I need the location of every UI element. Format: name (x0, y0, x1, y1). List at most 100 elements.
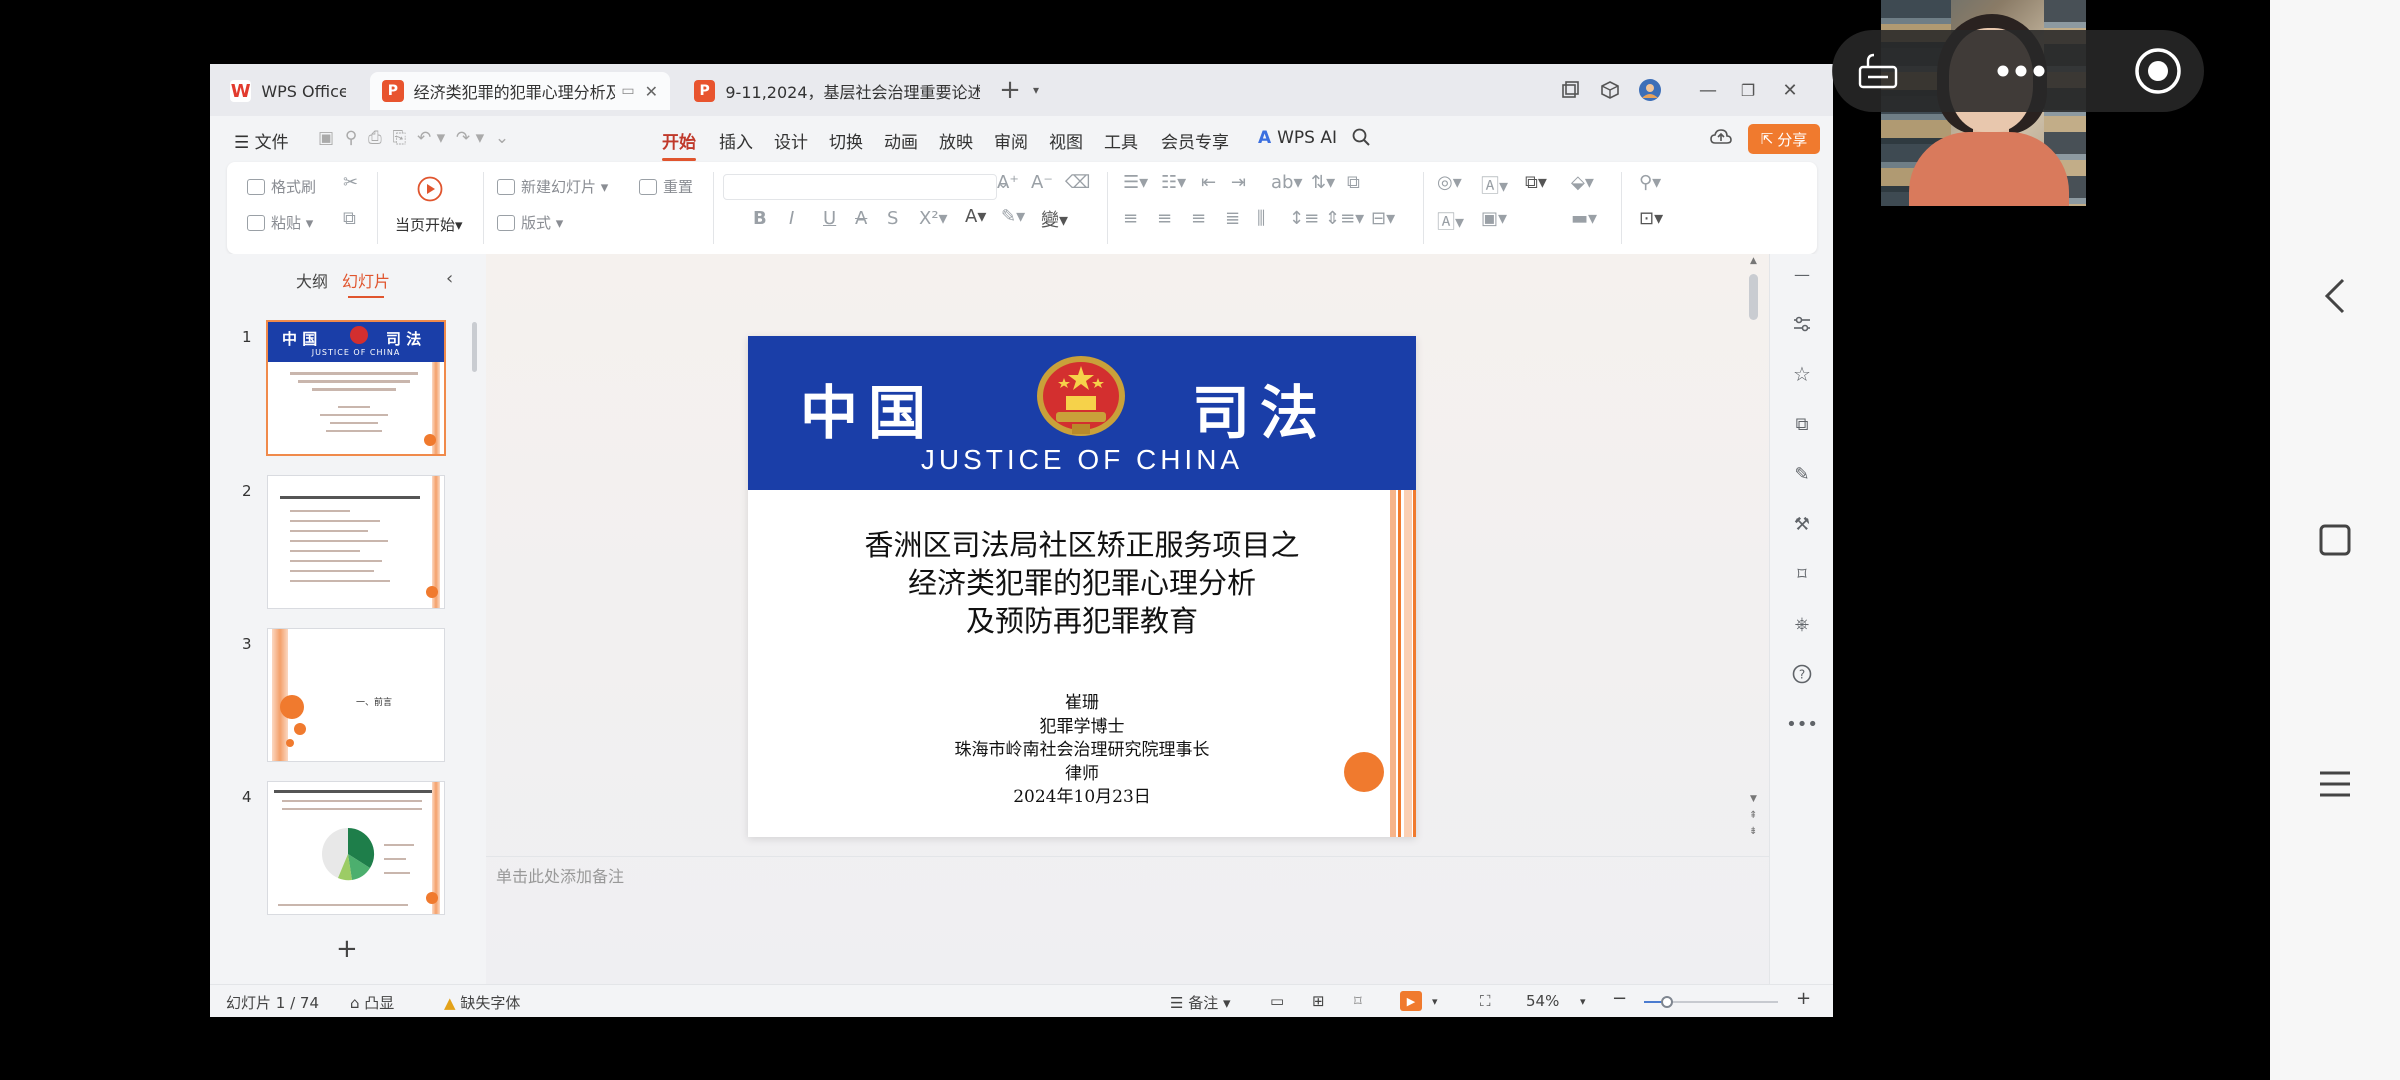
unlock-screen-icon[interactable] (1850, 30, 1906, 112)
justify-icon[interactable]: ≣ (1225, 208, 1240, 229)
monitor-icon[interactable]: ▭ (621, 83, 634, 99)
bold-icon[interactable]: B (753, 208, 767, 229)
notes-pane[interactable]: 单击此处添加备注 (486, 856, 1769, 984)
text-box-icon[interactable]: ⊟▾ (1371, 208, 1395, 229)
scroll-down-icon[interactable]: ▼ (1750, 794, 1757, 804)
fill-icon[interactable]: ⬙▾ (1571, 172, 1594, 193)
slide-thumb-4[interactable] (268, 782, 444, 914)
numbered-list-icon[interactable]: ☷▾ (1161, 172, 1186, 193)
tab-slides[interactable]: 幻灯片 (342, 268, 390, 298)
text-effects-icon[interactable]: 🄰▾ (1437, 208, 1464, 234)
phonetic-icon[interactable]: 變▾ (1041, 206, 1068, 232)
home-icon[interactable] (2270, 510, 2400, 570)
zoom-level[interactable]: 54% (1526, 992, 1559, 1010)
record-icon[interactable] (2128, 30, 2188, 112)
scroll-up-icon[interactable]: ▲ (1750, 256, 1757, 266)
italic-icon[interactable]: I (789, 208, 794, 229)
menu-view[interactable]: 视图 (1049, 128, 1083, 153)
chevron-down-icon[interactable]: ▾ (1022, 76, 1050, 104)
paste-button[interactable]: 粘贴 ▾ (247, 212, 313, 233)
slide-thumb-3[interactable]: 一、前言 (268, 629, 444, 761)
zoom-slider[interactable] (1644, 996, 1778, 1008)
thumb-scrollbar[interactable] (472, 322, 477, 372)
menu-transition[interactable]: 切换 (829, 128, 863, 153)
menu-slideshow[interactable]: 放映 (939, 128, 973, 153)
new-slide-button[interactable]: 新建幻灯片 ▾ (497, 176, 608, 197)
highlight-button[interactable]: ⌂ 凸显 (350, 992, 394, 1013)
superscript-icon[interactable]: X²▾ (919, 208, 948, 229)
menu-insert[interactable]: 插入 (719, 128, 753, 153)
columns-icon[interactable]: ⫼ (1257, 208, 1265, 229)
reset-button[interactable]: 重置 (639, 176, 693, 197)
share-button[interactable]: ⇱ 分享 (1748, 124, 1820, 154)
current-slide[interactable]: 中国 司法 JUSTICE OF CHINA 香洲区司法局社区矫正服务项目之 经… (748, 336, 1416, 837)
tab-outline[interactable]: 大纲 (296, 268, 328, 292)
collapse-panel-icon[interactable]: ‹ (446, 268, 453, 289)
star-icon[interactable]: ☆ (1790, 362, 1814, 386)
gift-icon[interactable]: ⎈ (1790, 612, 1814, 636)
align-right-icon[interactable]: ≡ (1191, 208, 1206, 229)
window-layout-icon[interactable] (1556, 76, 1584, 104)
search-icon[interactable] (1352, 128, 1370, 151)
add-slide-button[interactable]: + (336, 934, 358, 964)
avatar[interactable] (1636, 76, 1664, 104)
highlight-icon[interactable]: ✎▾ (1001, 206, 1025, 227)
menu-home[interactable]: 开始 (662, 128, 696, 161)
align-center-icon[interactable]: ≡ (1157, 208, 1172, 229)
font-selector[interactable] (723, 174, 997, 200)
reading-view-icon[interactable]: ⌑ (1354, 992, 1362, 1010)
normal-view-icon[interactable]: ▭ (1270, 992, 1284, 1010)
cut-icon[interactable]: ✂ (343, 172, 358, 193)
text-frame-icon[interactable]: 🄰▾ (1481, 172, 1508, 198)
more-options-icon[interactable] (1986, 30, 2056, 112)
outline-icon[interactable]: ▬▾ (1571, 208, 1597, 229)
fit-window-icon[interactable]: ⛶ (1480, 992, 1491, 1010)
menu-animation[interactable]: 动画 (884, 128, 918, 153)
wps-ai-button[interactable]: A WPS AI (1258, 128, 1337, 148)
settings-sliders-icon[interactable] (1790, 312, 1814, 336)
back-icon[interactable] (2270, 266, 2400, 326)
tab-current-document[interactable]: P 经济类犯罪的犯罪心理分析及预防再犯罪教育 ▭ ✕ (370, 72, 670, 110)
decrease-indent-icon[interactable]: ⇤ (1201, 172, 1216, 193)
play-icon[interactable] (417, 176, 443, 202)
tab-wps-office[interactable]: W WPS Office (218, 72, 358, 110)
shadow-icon[interactable]: S (887, 208, 898, 229)
line-spacing-icon[interactable]: ↕≡ (1289, 208, 1319, 229)
missing-font-button[interactable]: ▲ 缺失字体 (444, 992, 520, 1013)
book-icon[interactable]: ⌑ (1790, 562, 1814, 586)
chevron-down-icon[interactable]: ▾ (1432, 995, 1438, 1008)
copy-icon[interactable]: ⧉ (343, 208, 356, 229)
underline-icon[interactable]: U (823, 208, 836, 229)
zoom-out-icon[interactable]: − (1612, 988, 1627, 1009)
edit-shape-icon[interactable]: ✎ (1790, 462, 1814, 486)
convert-icon[interactable]: ⧉ (1347, 172, 1360, 193)
layout-button[interactable]: 版式 ▾ (497, 212, 563, 233)
increase-indent-icon[interactable]: ⇥ (1231, 172, 1246, 193)
menu-member[interactable]: 会员专享 (1161, 128, 1229, 153)
slide-sorter-icon[interactable]: ⊞ (1312, 992, 1325, 1010)
align-left-icon[interactable]: ≡ (1123, 208, 1138, 229)
new-tab-icon[interactable]: + (996, 75, 1024, 105)
arrange-icon[interactable]: ⧉▾ (1525, 172, 1547, 193)
shapes-icon[interactable]: ◎▾ (1437, 172, 1462, 193)
scroll-thumb[interactable] (1749, 274, 1758, 320)
increase-font-icon[interactable]: A⁺ (997, 172, 1019, 193)
play-from-current-button[interactable]: 当页开始 ▾ (395, 214, 463, 235)
menu-design[interactable]: 设计 (774, 128, 808, 153)
quick-access-toolbar[interactable]: ▣ ⚲ ⎙ ⎘ ↶ ▾ ↷ ▾ ⌄ (318, 128, 509, 148)
decrease-font-icon[interactable]: A⁻ (1031, 172, 1053, 193)
select-icon[interactable]: ⊡▾ (1639, 208, 1663, 229)
slide-thumb-2[interactable] (268, 476, 444, 608)
minimize-icon[interactable]: — (1694, 76, 1722, 104)
strikethrough-icon[interactable]: A (855, 208, 867, 229)
comment-icon[interactable]: ⧉ (1790, 412, 1814, 436)
slideshow-play-icon[interactable]: ▶ (1400, 991, 1422, 1011)
collapse-icon[interactable]: — (1790, 262, 1814, 286)
recent-apps-icon[interactable] (2270, 754, 2400, 814)
bullet-list-icon[interactable]: ☰▾ (1123, 172, 1148, 193)
cloud-upload-icon[interactable] (1710, 128, 1732, 151)
format-painter-button[interactable]: 格式刷 (247, 176, 316, 197)
vertical-scrollbar[interactable]: ▲ ▼ ⇞ ⇟ (1746, 254, 1762, 854)
previous-slide-icon[interactable]: ⇞ (1749, 810, 1757, 821)
next-slide-icon[interactable]: ⇟ (1749, 826, 1757, 837)
